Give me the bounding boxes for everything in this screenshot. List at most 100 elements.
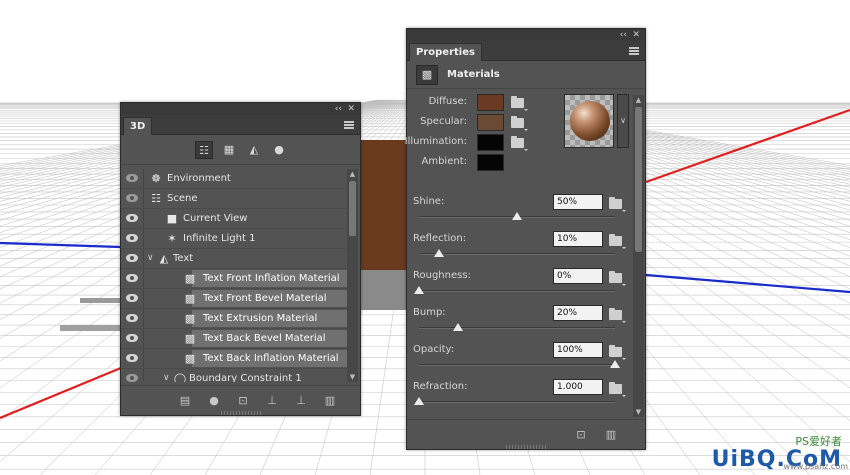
layer-row-text-front-inflation-material[interactable]: ▩ Text Front Inflation Material [121, 269, 349, 289]
folder-icon[interactable] [609, 382, 626, 397]
drop-to-plane-icon[interactable]: ⊡ [235, 393, 251, 409]
folder-icon[interactable] [609, 234, 626, 249]
color-swatch[interactable] [477, 134, 504, 151]
move-to-ground-icon[interactable]: ⊥ [293, 393, 309, 409]
visibility-eye-icon[interactable] [126, 354, 138, 362]
folder-icon[interactable] [511, 96, 528, 111]
resize-grip[interactable] [220, 411, 261, 415]
new-material-icon[interactable]: ⊡ [574, 428, 588, 442]
close-panel-icon[interactable]: ✕ [347, 103, 355, 115]
slider-track[interactable] [419, 253, 615, 255]
layer-list-scrollbar[interactable]: ▲ ▼ [347, 169, 358, 382]
folder-icon[interactable] [609, 197, 626, 212]
visibility-eye-icon[interactable] [126, 294, 138, 302]
layer-row-text-front-bevel-material[interactable]: ▩ Text Front Bevel Material [121, 289, 349, 309]
layer-row-infinite-light-1[interactable]: ✶ Infinite Light 1 [121, 229, 349, 249]
layer-row-text-extrusion-material[interactable]: ▩ Text Extrusion Material [121, 309, 349, 329]
sphere-preview [570, 101, 610, 141]
resize-grip[interactable] [506, 445, 546, 449]
filter-meshes-icon[interactable]: ▦ [220, 141, 238, 159]
visibility-eye-icon[interactable] [126, 174, 138, 182]
layer-row-boundary-constraint-1[interactable]: ∨ ◯ Boundary Constraint 1 [121, 369, 349, 382]
slider-track[interactable] [419, 327, 615, 329]
scroll-up-icon[interactable]: ▲ [347, 169, 358, 179]
panel-3d-topbar[interactable]: ‹‹ ✕ [121, 103, 360, 115]
trash-icon[interactable]: ▥ [604, 428, 618, 442]
slider-thumb[interactable] [512, 212, 522, 220]
scroll-up-icon[interactable]: ▲ [633, 95, 644, 105]
visibility-eye-icon[interactable] [126, 314, 138, 322]
layer-row-scene[interactable]: ☷ Scene [121, 189, 349, 209]
slider-track[interactable] [419, 364, 615, 366]
folder-icon[interactable] [511, 116, 528, 131]
add-constraint-icon[interactable]: ⊥ [264, 393, 280, 409]
row-divider [143, 209, 144, 228]
slider-thumb[interactable] [414, 286, 424, 294]
folder-icon[interactable] [609, 308, 626, 323]
visibility-eye-icon[interactable] [126, 194, 138, 202]
panel-menu-icon[interactable] [629, 47, 639, 55]
folder-icon[interactable] [511, 136, 528, 151]
filter-materials-icon[interactable]: ◭ [245, 141, 263, 159]
expand-chevron-icon[interactable]: ∨ [147, 253, 154, 263]
row-divider [143, 249, 144, 268]
scroll-down-icon[interactable]: ▼ [347, 372, 358, 382]
close-panel-icon[interactable]: ✕ [632, 29, 640, 41]
visibility-eye-icon[interactable] [126, 234, 138, 242]
visibility-eye-icon[interactable] [126, 334, 138, 342]
slider-thumb[interactable] [433, 249, 444, 257]
expand-chevron-icon[interactable]: ∨ [163, 373, 170, 382]
slider-value-input[interactable]: 20% [553, 305, 603, 321]
tab-properties[interactable]: Properties [409, 43, 482, 61]
scroll-thumb[interactable] [635, 107, 642, 252]
visibility-eye-icon[interactable] [126, 214, 138, 222]
tab-3d[interactable]: 3D [123, 117, 153, 135]
color-swatch[interactable] [477, 94, 504, 111]
add-light-icon[interactable]: ● [206, 393, 222, 409]
visibility-eye-icon[interactable] [126, 374, 138, 382]
filter-whole-scene-icon[interactable]: ☷ [195, 141, 213, 159]
collapse-panel-icon[interactable]: ‹‹ [335, 103, 342, 115]
slider-track[interactable] [419, 290, 615, 292]
trash-icon[interactable]: ▥ [322, 393, 338, 409]
material-icon: ▩ [184, 332, 196, 345]
scroll-down-icon[interactable]: ▼ [633, 407, 644, 417]
folder-icon[interactable] [609, 271, 626, 286]
visibility-eye-icon[interactable] [126, 254, 138, 262]
3d-text-object [361, 140, 406, 270]
layer-row-text-back-inflation-material[interactable]: ▩ Text Back Inflation Material [121, 349, 349, 369]
layer-row-text[interactable]: ∨ ◭ Text [121, 249, 349, 269]
collapse-panel-icon[interactable]: ‹‹ [620, 29, 627, 41]
slider-value-input[interactable]: 10% [553, 231, 603, 247]
filter-lights-icon[interactable]: ● [270, 141, 288, 159]
slider-thumb[interactable] [453, 323, 464, 331]
slider-track[interactable] [419, 401, 615, 403]
layer-row-environment[interactable]: ☸ Environment [121, 169, 349, 189]
slider-value-input[interactable]: 100% [553, 342, 603, 358]
visibility-eye-icon[interactable] [126, 274, 138, 282]
properties-tabbar: Properties [407, 41, 645, 61]
slider-value-input[interactable]: 1.000 [553, 379, 603, 395]
layer-row-text-back-bevel-material[interactable]: ▩ Text Back Bevel Material [121, 329, 349, 349]
slider-value-input[interactable]: 50% [553, 194, 603, 210]
properties-scrollbar[interactable]: ▲ ▼ [633, 95, 644, 417]
slider-thumb[interactable] [610, 360, 620, 368]
3d-layer-list[interactable]: ☸ Environment ☷ Scene ■ Current View ✶ Infinite… [121, 169, 349, 382]
folder-icon[interactable] [609, 345, 626, 360]
color-swatch[interactable] [477, 154, 504, 171]
render-icon[interactable]: ▤ [177, 393, 193, 409]
slider-value-input[interactable]: 0% [553, 268, 603, 284]
row-divider [143, 329, 144, 348]
color-swatch[interactable] [477, 114, 504, 131]
slider-thumb[interactable] [414, 397, 424, 405]
swatch-label: Illumination: [404, 136, 467, 147]
properties-topbar[interactable]: ‹‹ ✕ [407, 29, 645, 41]
layer-row-current-view[interactable]: ■ Current View [121, 209, 349, 229]
material-picker-chevron-icon[interactable]: ∨ [617, 94, 629, 148]
material-icon: ▩ [184, 352, 196, 365]
material-preview-sphere[interactable] [564, 94, 614, 148]
swatch-row-diffuse: Diffuse: [407, 93, 567, 113]
row-divider [143, 309, 144, 328]
scroll-thumb[interactable] [349, 181, 356, 236]
panel-menu-icon[interactable] [344, 121, 354, 129]
